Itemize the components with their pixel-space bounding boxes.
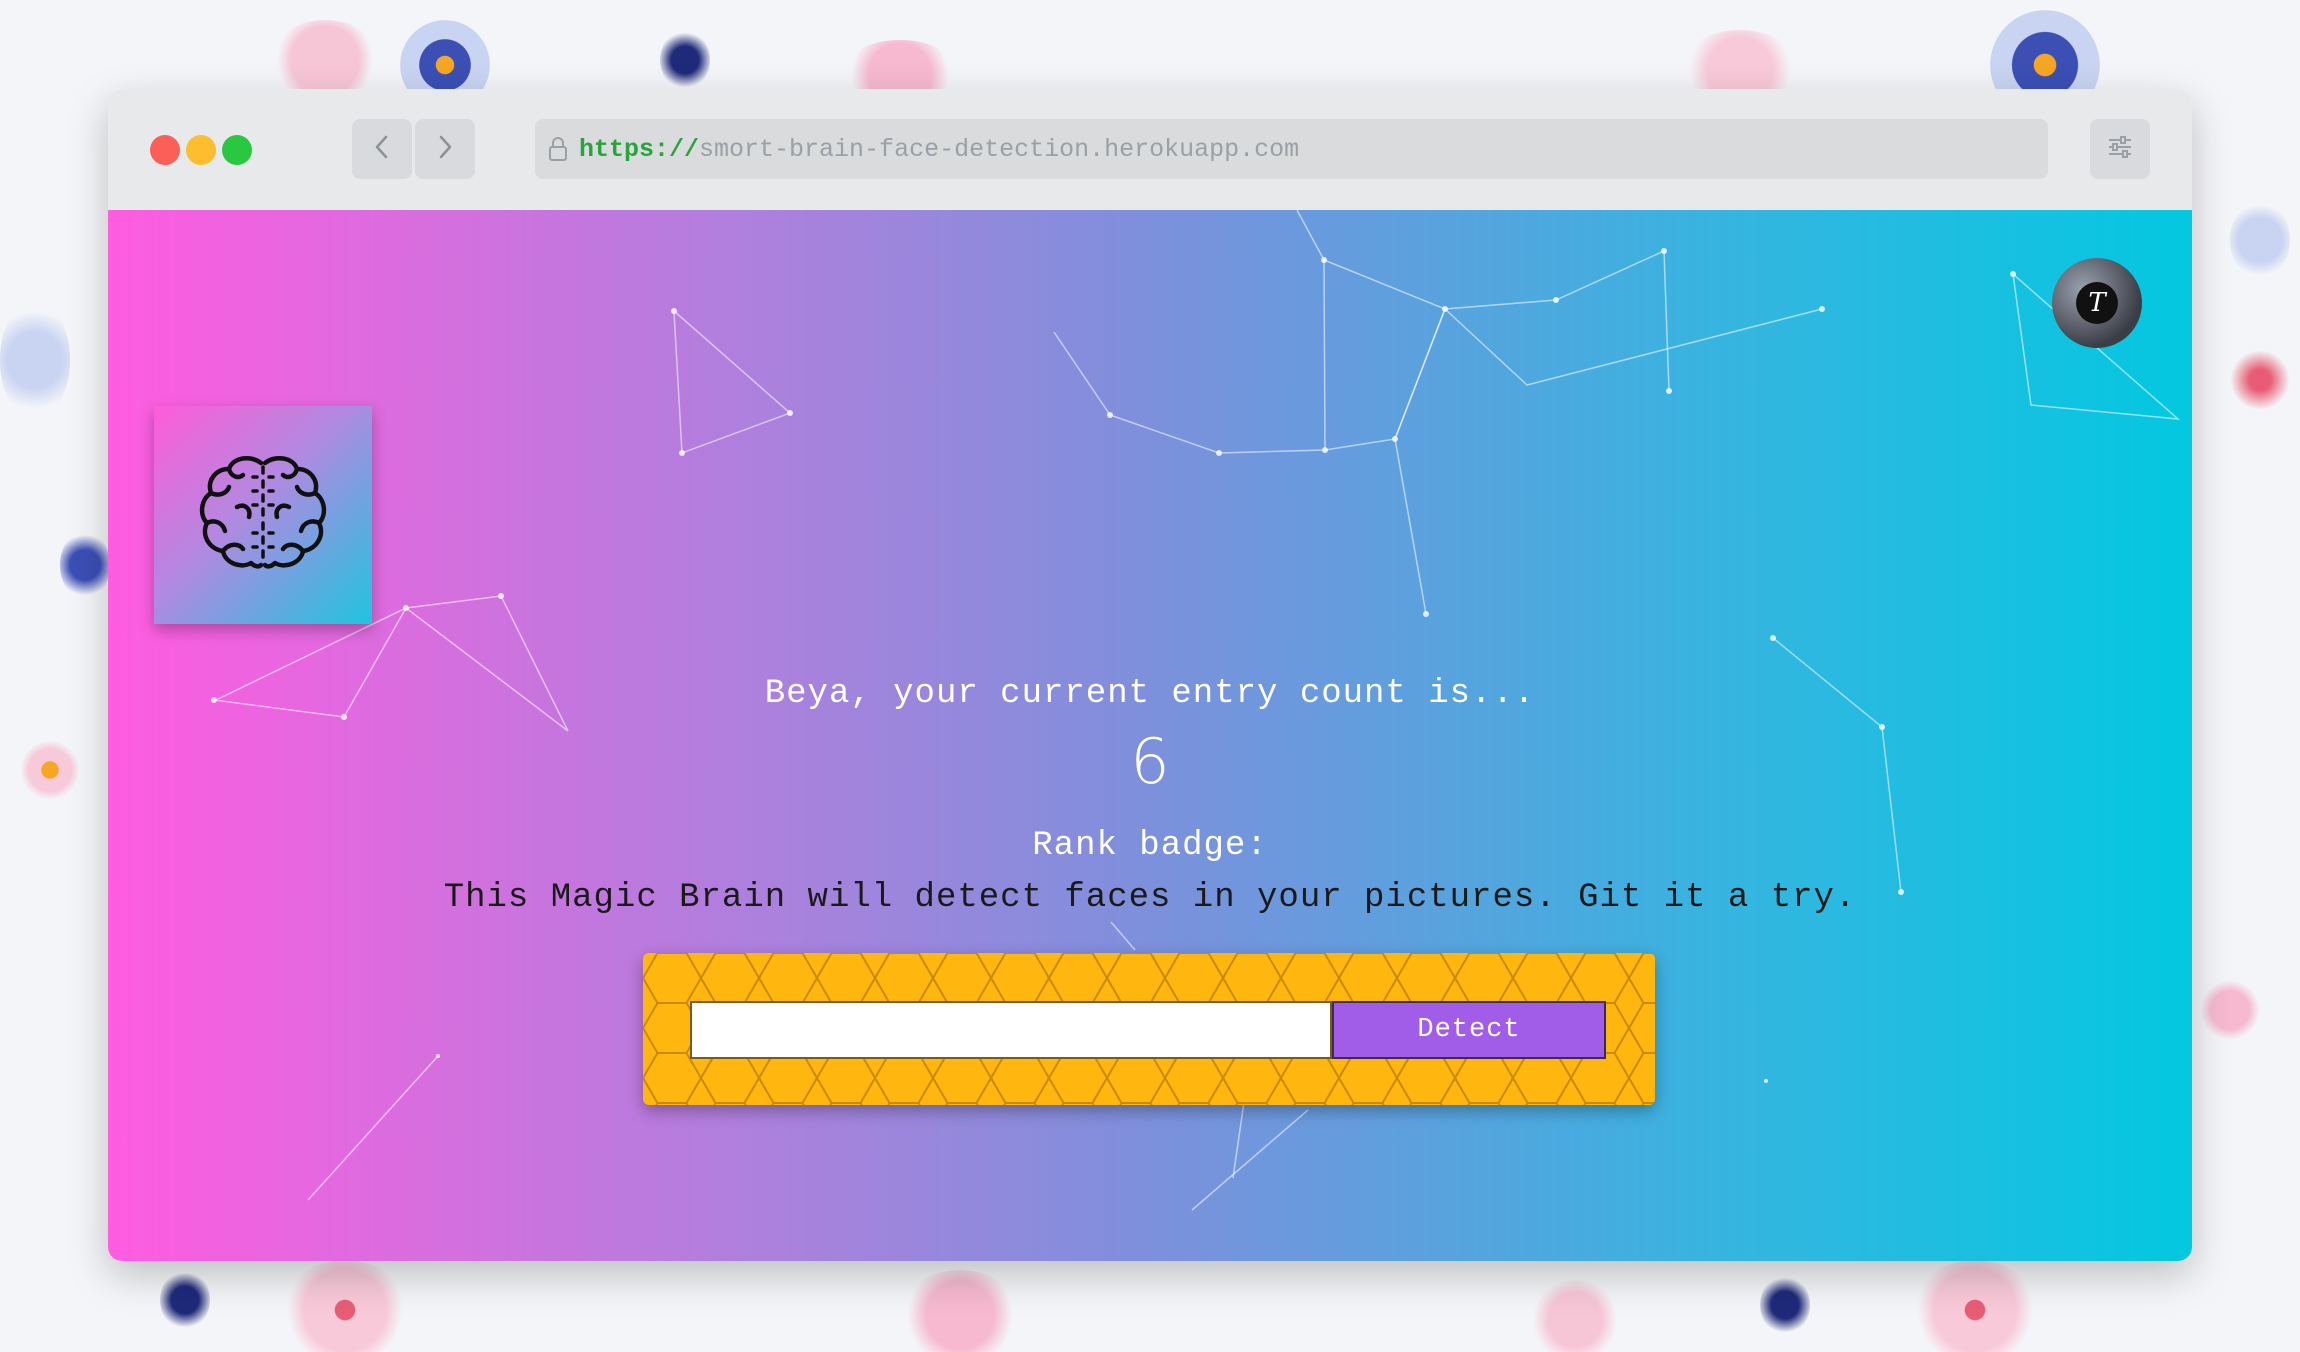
chevron-left-icon (372, 133, 392, 166)
rank-badge-label: Rank badge: (1032, 827, 1268, 865)
chevron-right-icon (435, 133, 455, 166)
avatar-initial: T (2076, 282, 2118, 324)
browser-toolbar: https://smort-brain-face-detection.herok… (108, 89, 2192, 211)
brain-logo[interactable] (154, 406, 372, 624)
url-host: smort-brain-face-detection.herokuapp.com (699, 134, 1300, 164)
back-button[interactable] (352, 119, 412, 179)
app-page: T Beya, your current entry count is... 6… (108, 210, 2192, 1261)
minimize-window-button[interactable] (186, 135, 216, 165)
maximize-window-button[interactable] (222, 135, 252, 165)
browser-window: https://smort-brain-face-detection.herok… (108, 89, 2192, 1261)
image-link-form: Detect (643, 953, 1655, 1105)
user-avatar[interactable]: T (2052, 258, 2142, 348)
address-bar[interactable]: https://smort-brain-face-detection.herok… (535, 119, 2048, 179)
close-window-button[interactable] (150, 135, 180, 165)
entry-count-message: Beya, your current entry count is... (764, 675, 1536, 713)
url-scheme: https:// (579, 134, 700, 164)
sliders-icon (2106, 134, 2134, 165)
detect-button[interactable]: Detect (1332, 1001, 1606, 1059)
app-description: This Magic Brain will detect faces in yo… (443, 879, 1857, 917)
lock-icon (547, 136, 569, 162)
entry-count: 6 (1130, 725, 1170, 798)
brain-icon (193, 443, 333, 588)
forward-button[interactable] (415, 119, 475, 179)
image-url-input[interactable] (690, 1001, 1332, 1059)
settings-button[interactable] (2090, 119, 2150, 179)
